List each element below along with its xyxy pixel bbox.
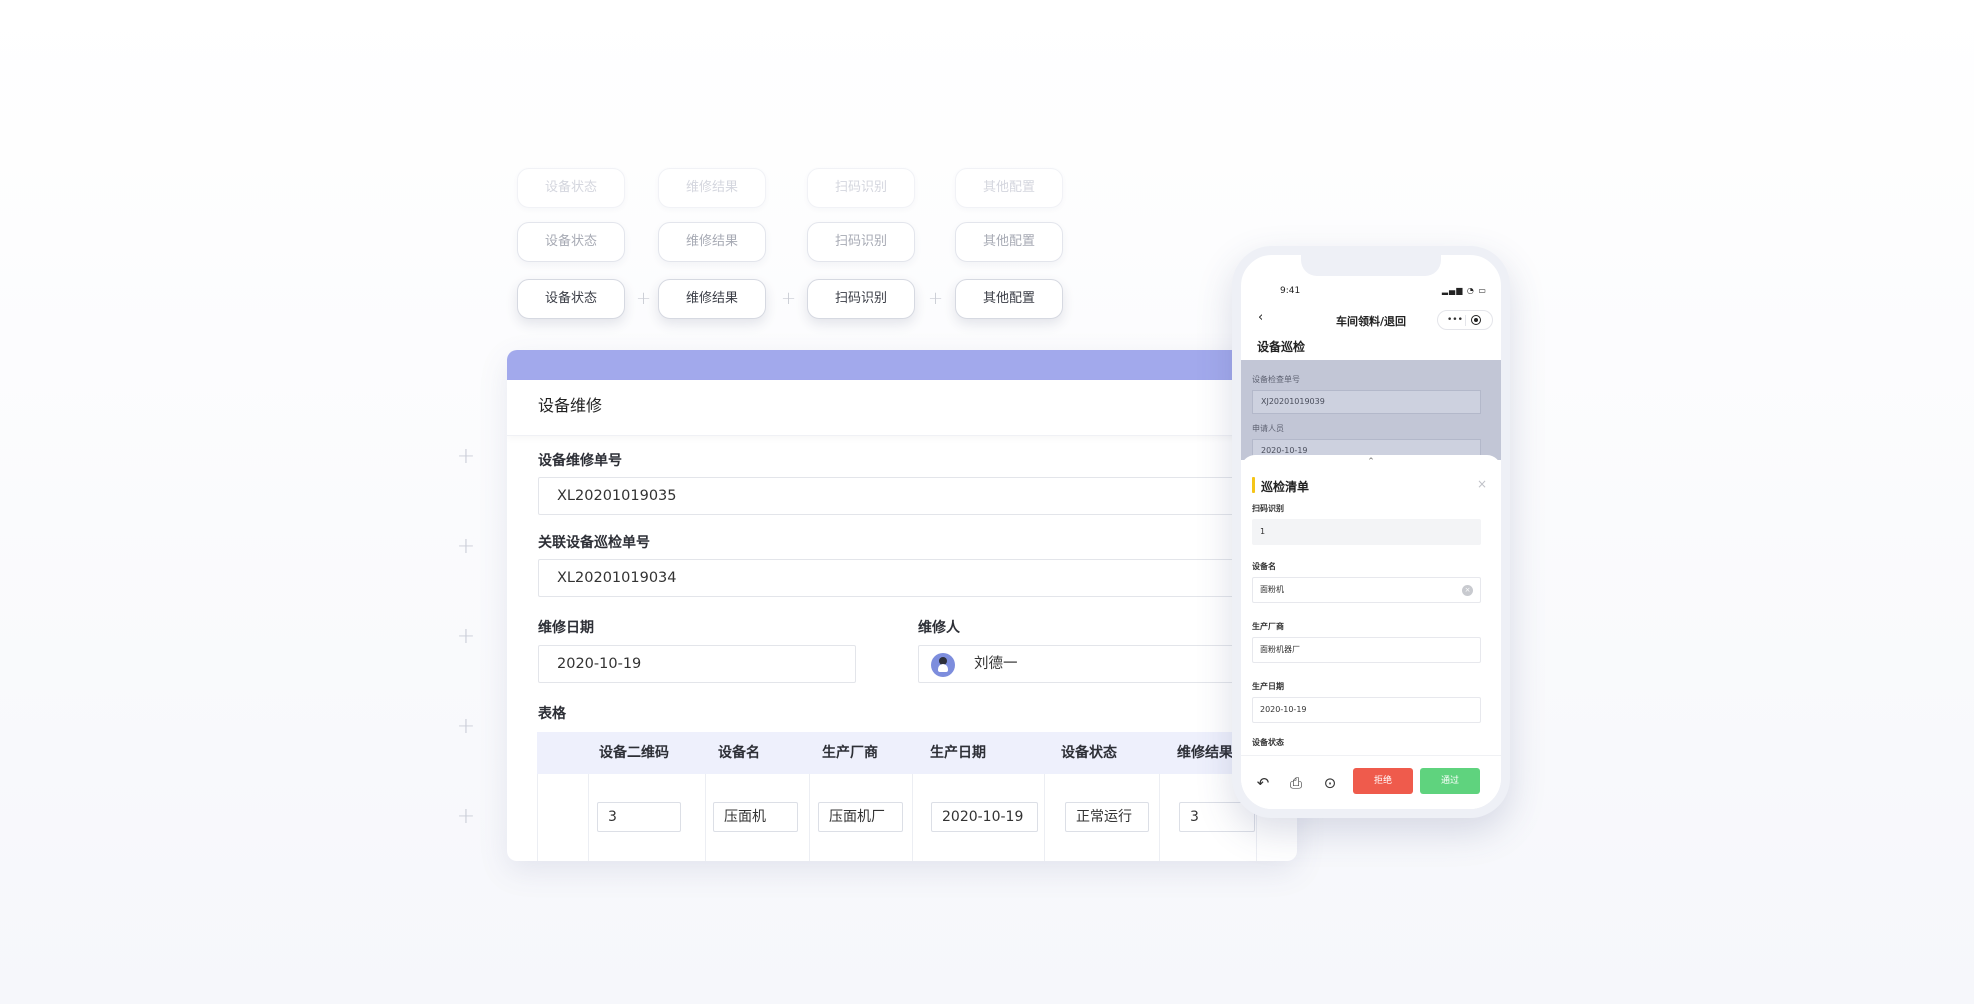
plus-icon: + bbox=[456, 624, 476, 649]
plus-icon: + bbox=[781, 288, 797, 309]
repair-form-card: 设备维修 设备维修单号 XL20201019035 关联设备巡检单号 XL202… bbox=[507, 350, 1297, 861]
plus-icon: + bbox=[456, 804, 476, 829]
chip-scan[interactable]: 扫码识别 bbox=[807, 222, 915, 262]
dimmed-background-form: 设备检查单号 XJ20201019039 申请人员 2020-10-19 bbox=[1241, 360, 1501, 463]
chip-other-config[interactable]: 其他配置 bbox=[955, 222, 1063, 262]
repairer-input[interactable]: 刘德一 bbox=[918, 645, 1278, 683]
table-row: 3 压面机 压面机厂 2020-10-19 正常运行 3 bbox=[537, 774, 1297, 861]
reject-button[interactable]: 拒绝 bbox=[1353, 768, 1413, 794]
card-title: 设备维修 bbox=[507, 380, 1297, 436]
action-footer: ↶ ⎙ ⊙ 拒绝 通过 bbox=[1241, 755, 1501, 809]
status-time: 9:41 bbox=[1280, 286, 1301, 296]
plus-icon: + bbox=[636, 288, 652, 309]
maker-input[interactable]: 面粉机器厂 bbox=[1252, 637, 1481, 663]
status-icons: ▂▄▆ ◔ ▭ bbox=[1441, 286, 1487, 295]
card-header-bar bbox=[507, 350, 1297, 380]
repair-date-label: 维修日期 bbox=[538, 620, 594, 636]
scan-input[interactable]: 1 bbox=[1252, 519, 1481, 545]
chip-scan[interactable]: 扫码识别 bbox=[807, 168, 915, 208]
device-name-input[interactable]: 面粉机 × bbox=[1252, 577, 1481, 603]
chip-scan[interactable]: 扫码识别 bbox=[807, 279, 915, 319]
repair-date-input[interactable]: 2020-10-19 bbox=[538, 645, 856, 683]
device-name-value: 面粉机 bbox=[1260, 585, 1284, 594]
cell-divider bbox=[705, 774, 706, 861]
undo-icon[interactable]: ↶ bbox=[1254, 774, 1272, 792]
equipment-table: 设备二维码 设备名 生产厂商 生产日期 设备状态 维修结果 3 压面机 压面机厂… bbox=[537, 732, 1297, 861]
cell-prod-date-input[interactable]: 2020-10-19 bbox=[931, 802, 1038, 832]
cell-maker-input[interactable]: 压面机厂 bbox=[818, 802, 903, 832]
more-icon[interactable]: ••• bbox=[1447, 311, 1463, 329]
device-name-label: 设备名 bbox=[1252, 562, 1276, 571]
title-accent-bar bbox=[1252, 477, 1255, 493]
plus-icon: + bbox=[928, 288, 944, 309]
col-repair-result: 维修结果 bbox=[1177, 745, 1233, 761]
table-header: 设备二维码 设备名 生产厂商 生产日期 设备状态 维修结果 bbox=[537, 732, 1297, 774]
cell-divider bbox=[809, 774, 810, 861]
capsule-divider bbox=[1465, 315, 1466, 326]
cell-divider bbox=[588, 774, 589, 861]
chevron-up-icon[interactable]: ⌃ bbox=[1241, 457, 1501, 467]
prod-date-input[interactable]: 2020-10-19 bbox=[1252, 697, 1481, 723]
inspect-no-input[interactable]: XL20201019034 bbox=[538, 559, 1278, 597]
check-no-input: XJ20201019039 bbox=[1252, 390, 1481, 414]
close-icon[interactable] bbox=[1471, 315, 1481, 325]
plus-icon: + bbox=[456, 534, 476, 559]
chip-other-config[interactable]: 其他配置 bbox=[955, 168, 1063, 208]
approve-button[interactable]: 通过 bbox=[1420, 768, 1480, 794]
device-status-label: 设备状态 bbox=[1252, 738, 1284, 747]
applicant-label: 申请人员 bbox=[1252, 424, 1284, 433]
cell-divider bbox=[1044, 774, 1045, 861]
scan-label: 扫码识别 bbox=[1252, 504, 1284, 513]
phone-mockup: 9:41 ▂▄▆ ◔ ▭ ‹ 车间领料/退回 ••• 设备巡检 设备检查单号 X… bbox=[1232, 246, 1510, 818]
plus-icon: + bbox=[456, 444, 476, 469]
col-device-name: 设备名 bbox=[718, 745, 760, 761]
cell-divider bbox=[912, 774, 913, 861]
order-no-label: 设备维修单号 bbox=[538, 453, 622, 469]
order-no-input[interactable]: XL20201019035 bbox=[538, 477, 1278, 515]
chip-repair-result[interactable]: 维修结果 bbox=[658, 222, 766, 262]
cell-divider bbox=[1159, 774, 1160, 861]
repairer-value: 刘德一 bbox=[974, 656, 1018, 672]
cell-qr-input[interactable]: 3 bbox=[597, 802, 681, 832]
mini-program-capsule: ••• bbox=[1437, 310, 1493, 330]
sheet-title: 巡检清单 bbox=[1261, 480, 1310, 494]
plus-icon: + bbox=[456, 714, 476, 739]
cell-status-input[interactable]: 正常运行 bbox=[1065, 802, 1149, 832]
avatar bbox=[931, 653, 955, 677]
chip-repair-result[interactable]: 维修结果 bbox=[658, 168, 766, 208]
col-prod-date: 生产日期 bbox=[930, 745, 986, 761]
ellipsis-icon[interactable]: ⊙ bbox=[1321, 774, 1339, 792]
cell-device-name-input[interactable]: 压面机 bbox=[713, 802, 798, 832]
chip-device-status[interactable]: 设备状态 bbox=[517, 168, 625, 208]
save-icon[interactable]: ⎙ bbox=[1287, 774, 1305, 792]
close-icon[interactable]: × bbox=[1477, 477, 1487, 491]
repairer-label: 维修人 bbox=[918, 620, 960, 636]
chip-other-config[interactable]: 其他配置 bbox=[955, 279, 1063, 319]
phone-notch bbox=[1301, 255, 1441, 276]
prod-date-label: 生产日期 bbox=[1252, 682, 1284, 691]
col-maker: 生产厂商 bbox=[822, 745, 878, 761]
page-title: 设备巡检 bbox=[1257, 340, 1306, 354]
clear-icon[interactable]: × bbox=[1462, 585, 1473, 596]
chip-repair-result[interactable]: 维修结果 bbox=[658, 279, 766, 319]
inspect-no-label: 关联设备巡检单号 bbox=[538, 535, 650, 551]
chip-device-status[interactable]: 设备状态 bbox=[517, 222, 625, 262]
check-no-label: 设备检查单号 bbox=[1252, 375, 1300, 384]
col-status: 设备状态 bbox=[1061, 745, 1117, 761]
chip-device-status[interactable]: 设备状态 bbox=[517, 279, 625, 319]
maker-label: 生产厂商 bbox=[1252, 622, 1284, 631]
table-label: 表格 bbox=[538, 706, 566, 722]
col-qr: 设备二维码 bbox=[599, 745, 669, 761]
